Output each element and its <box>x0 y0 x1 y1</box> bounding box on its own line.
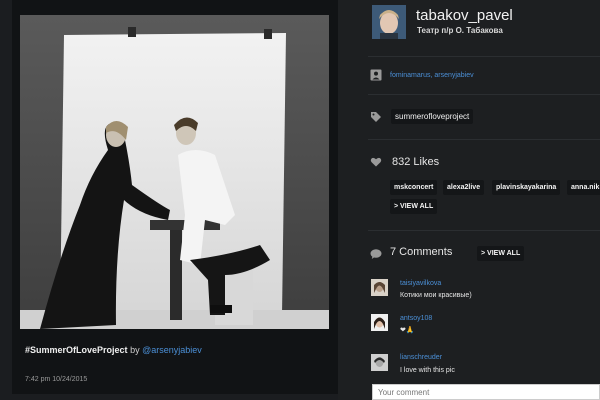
profile-username[interactable]: tabakov_pavel <box>416 7 513 24</box>
comment-author[interactable]: taisiyavilkova <box>400 280 441 287</box>
comments-count: 7 Comments <box>390 246 453 258</box>
comment-text: Котики мои красивые) <box>400 292 472 299</box>
avatar[interactable] <box>371 354 388 371</box>
heart-icon <box>370 155 382 167</box>
speech-bubble-icon <box>370 247 382 259</box>
comment-author[interactable]: lianschreuder <box>400 354 442 361</box>
post-caption: #SummerOfLoveProject by @arsenyjabiev <box>25 345 202 355</box>
post-photo[interactable] <box>20 15 329 329</box>
comment-input[interactable] <box>372 384 600 400</box>
hashtag-pill[interactable]: summerofloveproject <box>391 109 474 124</box>
comments-view-all-button[interactable]: > VIEW ALL <box>477 246 525 261</box>
likes-count: 832 Likes <box>392 156 440 168</box>
divider <box>368 230 600 231</box>
likes-view-all-button[interactable]: > VIEW ALL <box>390 199 438 214</box>
tag-icon <box>370 110 382 122</box>
divider <box>368 94 600 95</box>
caption-hashtag[interactable]: #SummerOfLoveProject <box>25 345 128 355</box>
tagged-users[interactable]: fominamarus, arsenyjabiev <box>390 72 474 79</box>
person-tag-icon <box>370 68 382 81</box>
avatar[interactable] <box>371 279 388 296</box>
liker-pill[interactable]: anna.nik <box>567 180 600 195</box>
comment-author[interactable]: antsoy108 <box>400 315 432 322</box>
caption-by: by <box>130 345 140 355</box>
avatar[interactable] <box>371 314 388 331</box>
comment-text: ❤🙏 <box>400 327 415 334</box>
liker-pill[interactable]: mskconcert <box>390 180 438 195</box>
caption-mention[interactable]: @arsenyjabiev <box>142 345 202 355</box>
post-timestamp: 7:42 pm 10/24/2015 <box>25 376 88 383</box>
photo-panel: #SummerOfLoveProject by @arsenyjabiev 7:… <box>0 0 338 400</box>
liker-pill[interactable]: plavinskayakarina <box>492 180 561 195</box>
profile-avatar[interactable] <box>372 5 406 39</box>
divider <box>368 56 600 57</box>
post-details-panel: tabakov_pavel Театр п/р О. Табакова fomi… <box>338 0 600 400</box>
profile-subtitle: Театр п/р О. Табакова <box>417 26 503 35</box>
liker-pill[interactable]: alexa2live <box>443 180 485 195</box>
photo-card: #SummerOfLoveProject by @arsenyjabiev 7:… <box>12 0 338 394</box>
divider <box>368 139 600 140</box>
comment-text: I love with this pic <box>400 367 455 374</box>
